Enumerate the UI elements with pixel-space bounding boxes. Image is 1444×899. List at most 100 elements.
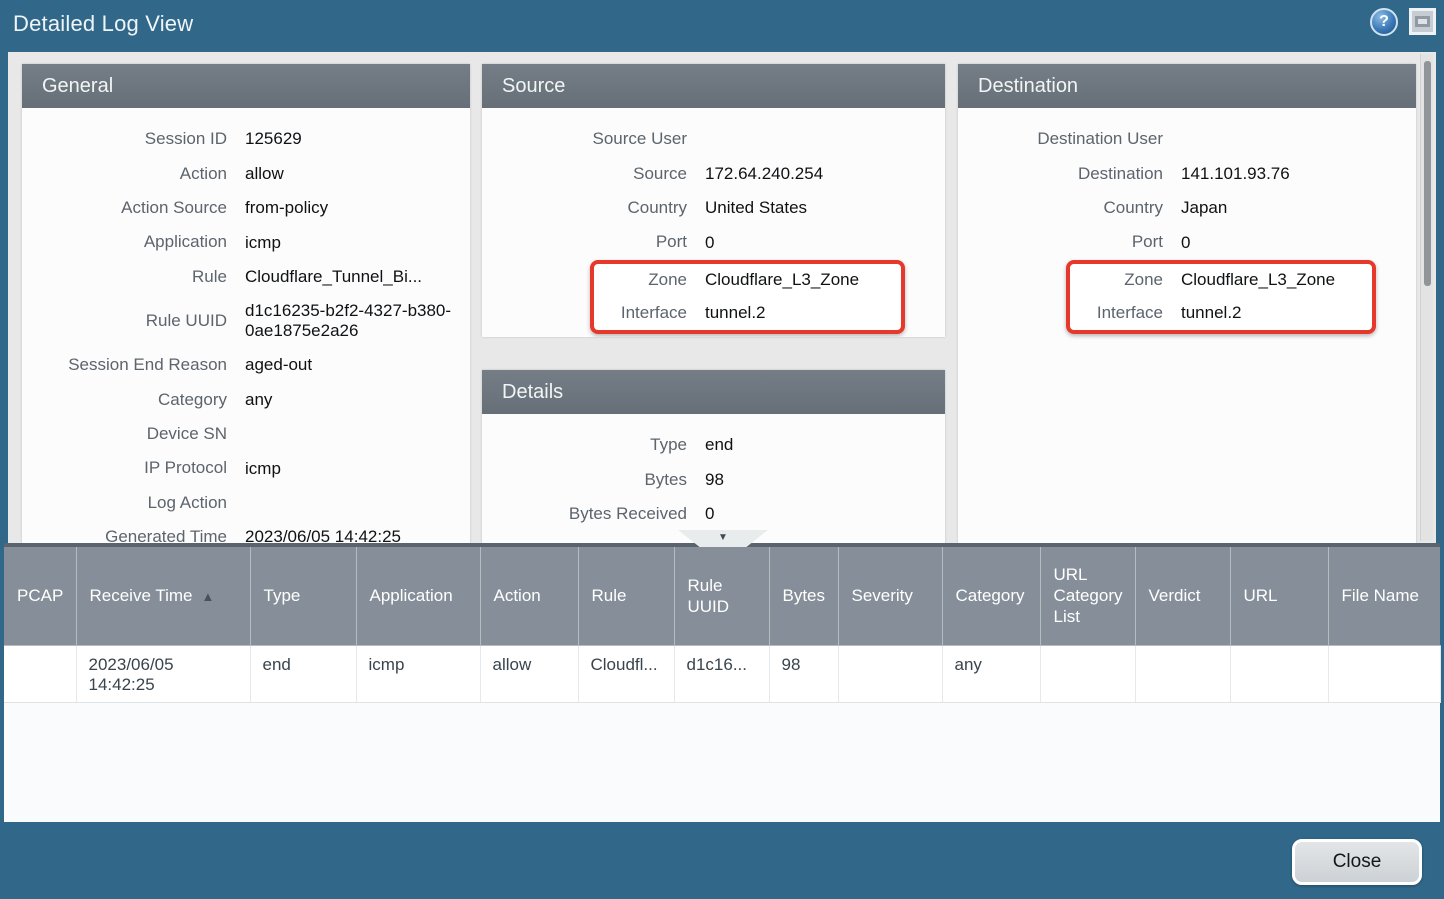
col-header-receive-time[interactable]: Receive Time▲ [76, 547, 250, 645]
col-header-action[interactable]: Action [480, 547, 578, 645]
field-label: Rule [22, 267, 227, 287]
field-row-source-user: Source User [482, 122, 945, 156]
cell-url [1230, 645, 1328, 702]
field-value: United States [705, 198, 945, 218]
source-zone-interface-highlight: Zone Cloudflare_L3_Zone Interface tunnel… [590, 260, 905, 334]
field-label: Port [958, 232, 1163, 252]
col-header-pcap[interactable]: PCAP [4, 547, 76, 645]
field-value: from-policy [245, 198, 470, 218]
field-value: Cloudflare_Tunnel_Bi... [245, 267, 470, 287]
col-header-category[interactable]: Category [942, 547, 1040, 645]
field-row-device-sn: Device SN [22, 417, 470, 451]
field-value: end [705, 435, 945, 455]
field-label: Action [22, 164, 227, 184]
col-header-file-name[interactable]: File Name [1328, 547, 1440, 645]
field-label: Interface [594, 303, 687, 323]
field-value: tunnel.2 [1181, 303, 1372, 323]
col-header-label: Rule UUID [688, 576, 730, 616]
general-panel-body: Session ID 125629 Action allow Action So… [22, 108, 470, 543]
field-label: IP Protocol [22, 458, 227, 478]
window-restore-icon[interactable] [1409, 8, 1436, 35]
field-row-category: Category any [22, 382, 470, 416]
field-row-type: Type end [482, 428, 945, 462]
field-value: 98 [705, 470, 945, 490]
field-label: Country [482, 198, 687, 218]
field-label: Device SN [22, 424, 227, 444]
cell-type: end [250, 645, 356, 702]
col-header-verdict[interactable]: Verdict [1135, 547, 1230, 645]
destination-panel: Destination Destination User Destination… [958, 64, 1416, 543]
field-value: 0 [705, 504, 945, 524]
col-header-url-category-list[interactable]: URL Category List [1040, 547, 1135, 645]
col-header-url[interactable]: URL [1230, 547, 1328, 645]
col-header-label: Severity [852, 586, 913, 605]
field-value: 0 [705, 233, 945, 253]
field-value: tunnel.2 [705, 303, 901, 323]
vertical-scrollbar-thumb[interactable] [1424, 61, 1431, 286]
col-header-label: Type [264, 586, 301, 605]
col-header-label: URL Category List [1054, 565, 1123, 627]
help-icon[interactable]: ? [1370, 8, 1398, 36]
col-header-rule[interactable]: Rule [578, 547, 674, 645]
field-row-session-end-reason: Session End Reason aged-out [22, 348, 470, 382]
field-value: 0 [1181, 233, 1416, 253]
general-panel-header: General [22, 64, 470, 108]
cell-url-category-list [1040, 645, 1135, 702]
field-row-source: Source 172.64.240.254 [482, 156, 945, 190]
col-header-type[interactable]: Type [250, 547, 356, 645]
col-header-label: Rule [592, 586, 627, 605]
cell-severity [838, 645, 942, 702]
field-label: Session ID [22, 129, 227, 149]
detailed-log-view-dialog: { "colors": { "teal_chrome": "#31688a", … [0, 0, 1444, 899]
col-header-bytes[interactable]: Bytes [769, 547, 838, 645]
field-value: aged-out [245, 355, 470, 375]
close-button[interactable]: Close [1292, 839, 1422, 885]
field-row-destination-user: Destination User [958, 122, 1416, 156]
vertical-scrollbar[interactable] [1420, 54, 1433, 541]
field-label: Action Source [22, 198, 227, 218]
col-header-label: PCAP [17, 586, 63, 605]
field-value: 172.64.240.254 [705, 164, 945, 184]
col-header-label: Verdict [1149, 586, 1201, 605]
field-label: Rule UUID [22, 311, 227, 331]
cell-file-name [1328, 645, 1440, 702]
col-header-label: Category [956, 586, 1025, 605]
field-row-destination-zone: Zone Cloudflare_L3_Zone [1070, 264, 1372, 297]
field-row-source-zone: Zone Cloudflare_L3_Zone [594, 264, 901, 297]
table-header-row: PCAP Receive Time▲ Type Application Acti… [4, 547, 1440, 645]
field-label: Log Action [22, 493, 227, 513]
cell-action: allow [480, 645, 578, 702]
field-label: Country [958, 198, 1163, 218]
page-title: Detailed Log View [13, 11, 193, 37]
field-row-bytes: Bytes 98 [482, 462, 945, 496]
col-header-label: Application [370, 586, 453, 605]
field-row-ip-protocol: IP Protocol icmp [22, 451, 470, 485]
field-label: Type [482, 435, 687, 455]
col-header-rule-uuid[interactable]: Rule UUID [674, 547, 769, 645]
field-row-destination-interface: Interface tunnel.2 [1070, 297, 1372, 330]
title-bar: Detailed Log View ? [0, 0, 1444, 52]
field-label: Session End Reason [22, 355, 227, 375]
col-header-application[interactable]: Application [356, 547, 480, 645]
cell-rule: Cloudfl... [578, 645, 674, 702]
table-row[interactable]: 2023/06/05 14:42:25 end icmp allow Cloud… [4, 645, 1440, 702]
field-row-destination-country: Country Japan [958, 191, 1416, 225]
cell-receive-time: 2023/06/05 14:42:25 [76, 645, 250, 702]
field-row-destination: Destination 141.101.93.76 [958, 156, 1416, 190]
source-panel-header: Source [482, 64, 945, 108]
col-header-label: Bytes [783, 586, 826, 605]
window-restore-icon-glyph [1415, 16, 1430, 27]
field-label: Port [482, 232, 687, 252]
col-header-label: File Name [1342, 586, 1419, 605]
col-header-severity[interactable]: Severity [838, 547, 942, 645]
field-label: Application [22, 232, 227, 252]
col-header-label: URL [1244, 586, 1278, 605]
field-value: allow [245, 164, 470, 184]
field-label: Bytes Received [482, 504, 687, 524]
log-table: PCAP Receive Time▲ Type Application Acti… [4, 547, 1441, 703]
cell-category: any [942, 645, 1040, 702]
destination-panel-body: Destination User Destination 141.101.93.… [958, 108, 1416, 334]
field-row-action: Action allow [22, 156, 470, 190]
col-header-label: Action [494, 586, 541, 605]
details-panel-header: Details [482, 370, 945, 414]
